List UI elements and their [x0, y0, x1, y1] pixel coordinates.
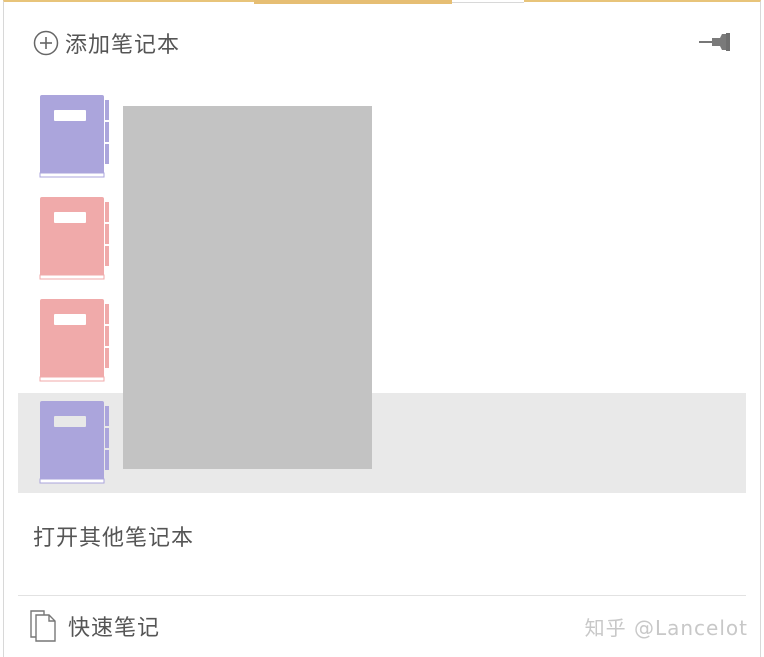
footer-divider — [18, 595, 746, 596]
notebook-icon — [39, 197, 109, 280]
notebook-icon — [39, 299, 109, 382]
quick-notes-label: 快速笔记 — [68, 616, 161, 641]
watermark: 知乎 @Lancelot — [584, 616, 748, 640]
pin-icon[interactable] — [698, 30, 734, 54]
add-notebook-label: 添加笔记本 — [65, 33, 181, 58]
open-other-notebooks-link[interactable]: 打开其他笔记本 — [33, 520, 194, 552]
add-circle-icon — [33, 30, 59, 56]
notebook-icon — [39, 95, 109, 178]
pages-icon — [30, 610, 56, 642]
add-notebook-button[interactable]: 添加笔记本 — [33, 28, 180, 58]
quick-notes-button[interactable]: 快速笔记 — [28, 608, 160, 644]
tab-indicator-edge — [452, 0, 524, 3]
notebook-icon — [39, 401, 109, 484]
notebook-names-redacted — [123, 106, 372, 469]
active-tab-indicator — [254, 0, 452, 4]
